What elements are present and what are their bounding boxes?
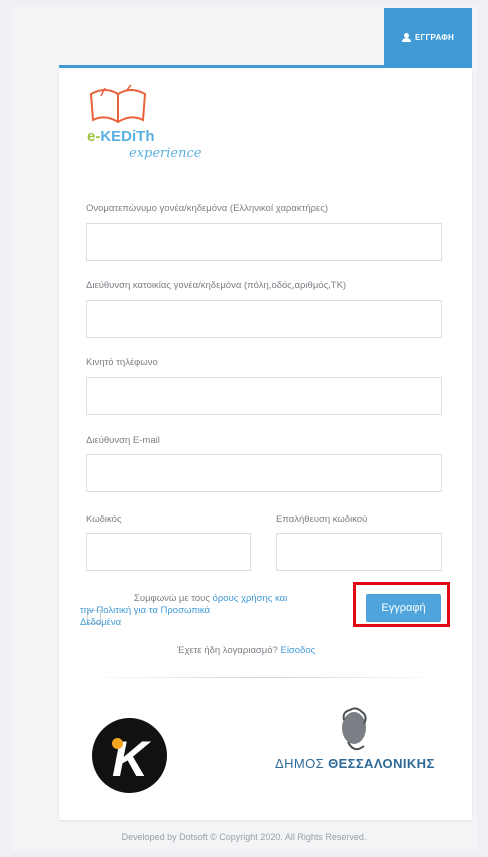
mobile-input[interactable] <box>86 377 442 415</box>
password-label: Κωδικός <box>86 514 122 525</box>
book-icon <box>89 84 147 124</box>
registration-card: e-KEDiTh experience Ονοματεπώνυμο γονέα/… <box>59 65 472 820</box>
brand-name: e-KEDiTh <box>87 128 155 145</box>
register-tab-label: ΕΓΓΡΑΦΗ <box>414 32 454 42</box>
email-label: Διεύθυνση E-mail <box>86 435 160 446</box>
privacy-link[interactable]: την Πολιτική για τα Προσωπικά <box>80 605 210 616</box>
city-name: ΔΗΜΟΣ ΘΕΣΣΑΛΟΝΙΚΗΣ <box>275 756 435 771</box>
confirm-password-label: Επαλήθευση κωδικού <box>276 514 368 525</box>
confirm-password-input[interactable] <box>276 533 442 571</box>
ekedith-logo: e-KEDiTh experience <box>85 84 215 164</box>
address-input[interactable] <box>86 300 442 338</box>
have-account-line: Έχετε ήδη λογαριασμό? Είσοδος <box>177 645 316 656</box>
brand-tagline: experience <box>129 146 202 161</box>
terms-link[interactable]: όρους χρήσης και <box>213 593 288 604</box>
mobile-label: Κινητό τηλέφωνο <box>86 357 158 368</box>
divider <box>85 677 445 678</box>
register-button-highlight <box>353 582 450 627</box>
privacy-link-line2: Δεδομένα <box>80 617 310 629</box>
user-icon <box>401 32 411 42</box>
password-input[interactable] <box>86 533 251 571</box>
city-seal-icon <box>342 707 367 751</box>
email-input[interactable] <box>86 454 442 492</box>
kedith-logo: K <box>92 718 167 793</box>
fullname-input[interactable] <box>86 223 442 261</box>
fullname-label: Ονοματεπώνυμο γονέα/κηδεμόνα (Ελληνικοί … <box>86 203 328 214</box>
address-label: Διεύθυνση κατοικίας γονέα/κηδεμόνα (πόλη… <box>86 280 347 291</box>
privacy-link-cont[interactable]: Δεδομένα <box>80 617 121 628</box>
footer-text: Developed by Dotsoft © Copyright 2020. A… <box>121 832 367 842</box>
register-tab[interactable]: ΕΓΓΡΑΦΗ <box>384 8 472 66</box>
login-link[interactable]: Είσοδος <box>280 645 315 656</box>
privacy-link-line: την Πολιτική για τα Προσωπικά <box>80 605 310 617</box>
